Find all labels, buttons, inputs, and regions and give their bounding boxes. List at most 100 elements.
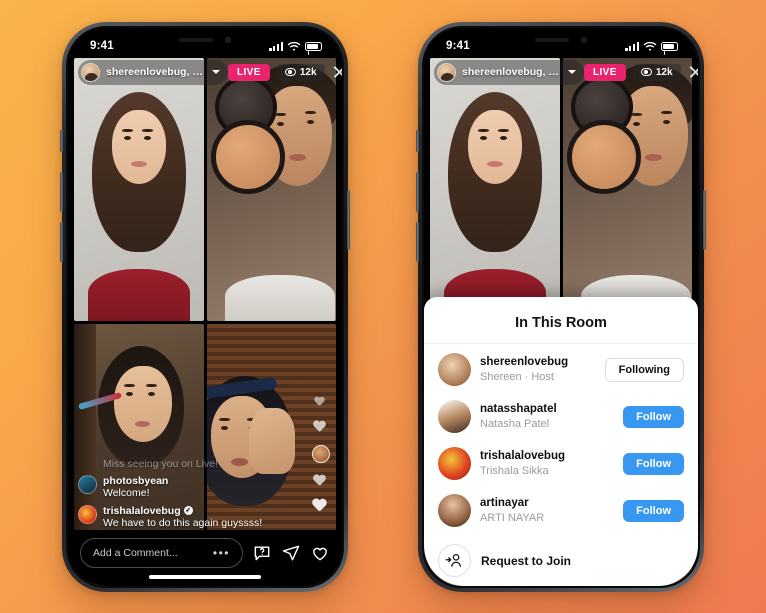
following-button[interactable]: Following [604,357,684,382]
signal-bars-icon [269,41,283,51]
eyebrow-left [631,113,642,116]
member-meta: shereenlovebug Shereen · Host [480,355,596,384]
comment-body: trishalalovebug ✓ We have to do this aga… [103,505,262,530]
follow-button[interactable]: Follow [623,499,684,522]
instagram-live-screen: shereenlovebug, n... LIVE 12k Miss seein… [68,28,342,586]
host-chip[interactable]: shereenlovebug, n... [434,59,584,85]
eye-left [633,122,640,126]
person-add-icon [438,544,471,577]
comment-username: trishalalovebug ✓ [103,505,262,517]
silent-switch[interactable] [416,130,419,152]
silent-switch[interactable] [60,130,63,152]
eye-icon [284,68,296,76]
device-notch [151,28,259,51]
instagram-live-room-screen: shereenlovebug, n... LIVE 12k In This Ro… [424,28,698,586]
follow-button[interactable]: Follow [623,452,684,475]
video-tile-host[interactable] [74,58,204,321]
avatar [438,494,471,527]
power-button[interactable] [703,190,706,250]
avatar [438,447,471,480]
member-subtitle: ARTI NAYAR [480,511,545,524]
lips-shape [487,161,503,167]
member-meta: artinayar ARTI NAYAR [480,496,614,525]
question-chat-icon[interactable] [252,543,272,563]
room-member-row[interactable]: trishalalovebug Trishala Sikka Follow [424,440,698,487]
status-time: 9:41 [90,40,114,52]
comment-item[interactable]: photosbyean Welcome! [78,474,274,500]
follow-button[interactable]: Follow [623,405,684,428]
chevron-down-icon[interactable] [212,70,220,74]
host-handle-label: shereenlovebug, n... [462,66,562,78]
heart-icon [313,421,326,433]
live-badge: LIVE [228,63,270,81]
heart-icon [312,499,327,513]
request-to-join-row[interactable]: Request to Join [424,534,698,586]
viewer-count-badge[interactable]: 12k [276,63,325,81]
comment-text: We have to do this again guyssss! [103,516,263,529]
chevron-down-icon[interactable] [568,70,576,74]
eyebrow-right [498,129,509,132]
comment-text: Welcome! [103,486,150,499]
wifi-icon [643,41,657,51]
eyebrow-left [218,417,230,421]
host-avatar-icon [81,62,100,82]
eye-left [126,391,133,396]
host-chip[interactable]: shereenlovebug, n... [78,59,228,85]
eyebrow-left [124,383,135,387]
avatar [438,353,471,386]
comment-avatar [78,504,97,524]
paper-plane-icon[interactable] [281,543,301,563]
home-indicator [149,575,261,579]
room-member-row[interactable]: natasshapatel Natasha Patel Follow [424,393,698,440]
makeup-compact-powder [566,120,641,194]
face-shape [112,110,166,184]
volume-down-button[interactable] [60,222,63,262]
status-indicators [625,41,678,52]
member-username: artinayar [480,496,529,509]
eye-right [663,120,670,124]
volume-down-button[interactable] [416,222,419,262]
face-shape [114,365,172,442]
power-button[interactable] [347,190,350,250]
ellipsis-icon[interactable]: ••• [213,546,230,560]
wifi-icon [287,41,301,51]
heart-icon [313,475,326,487]
comment-faded-text: Miss seeing you on Live! [103,457,218,470]
signal-bars-icon [625,41,639,51]
eyebrow-left [478,129,489,132]
room-member-row[interactable]: artinayar ARTI NAYAR Follow [424,487,698,534]
phone-device-right: shereenlovebug, n... LIVE 12k In This Ro… [416,22,706,592]
eye-left [480,136,487,140]
volume-up-button[interactable] [60,172,63,212]
comment-item[interactable]: trishalalovebug ✓ We have to do this aga… [78,504,274,530]
status-time: 9:41 [446,40,470,52]
host-handle-label: shereenlovebug, n... [106,66,206,78]
viewer-count-badge[interactable]: 12k [632,63,681,81]
lips-shape [131,161,147,167]
lips-shape [135,420,150,427]
comment-username: photosbyean [103,475,168,487]
viewer-count-label: 12k [299,66,317,78]
video-tile-guest-1[interactable] [206,58,336,321]
eye-right [500,136,507,140]
room-member-row[interactable]: shereenlovebug Shereen · Host Following [424,346,698,393]
front-camera [225,36,231,43]
eye-left [124,136,131,140]
video-tile-host[interactable] [430,58,560,321]
member-meta: trishalalovebug Trishala Sikka [480,449,614,478]
video-tile-guest-1[interactable] [562,58,692,321]
close-icon[interactable] [332,65,342,80]
member-subtitle: Shereen · Host [480,370,554,383]
face-shape [468,110,522,184]
eye-right [144,136,151,140]
member-subtitle: Trishala Sikka [480,464,549,477]
lips-shape [645,154,662,161]
close-icon[interactable] [688,65,698,80]
eye-right [148,391,155,396]
heart-icon[interactable] [310,543,330,563]
battery-icon [305,41,322,51]
phone-device-left: shereenlovebug, n... LIVE 12k Miss seein… [60,22,350,592]
comment-input[interactable]: Add a Comment... ••• [80,538,243,568]
eyebrow-right [146,383,157,387]
volume-up-button[interactable] [416,172,419,212]
